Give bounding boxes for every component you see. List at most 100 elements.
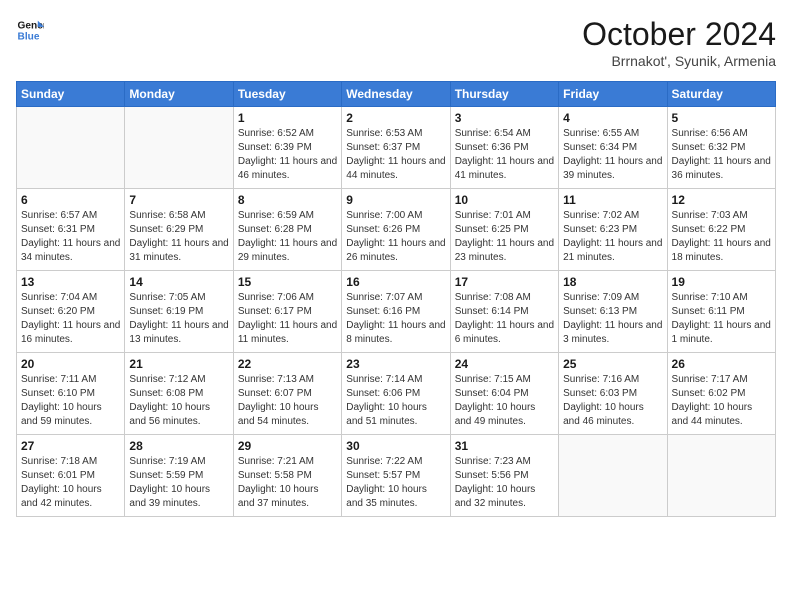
day-info: Sunrise: 6:56 AMSunset: 6:32 PMDaylight:… [672,127,771,183]
weekday-header-tuesday: Tuesday [233,82,341,107]
day-number: 3 [455,111,554,125]
calendar-cell: 6 Sunrise: 6:57 AMSunset: 6:31 PMDaylight… [17,189,125,271]
day-info: Sunrise: 7:16 AMSunset: 6:03 PMDaylight:… [563,373,662,429]
month-title: October 2024 [582,16,776,53]
day-number: 5 [672,111,771,125]
calendar-cell: 16 Sunrise: 7:07 AMSunset: 6:16 PMDayligh… [342,271,450,353]
weekday-header-friday: Friday [559,82,667,107]
calendar-cell: 13 Sunrise: 7:04 AMSunset: 6:20 PMDayligh… [17,271,125,353]
calendar-cell: 22 Sunrise: 7:13 AMSunset: 6:07 PMDayligh… [233,353,341,435]
day-info: Sunrise: 7:04 AMSunset: 6:20 PMDaylight:… [21,291,120,347]
calendar-cell: 31 Sunrise: 7:23 AMSunset: 5:56 PMDayligh… [450,435,558,517]
day-info: Sunrise: 7:18 AMSunset: 6:01 PMDaylight:… [21,455,120,511]
logo-icon: General Blue [16,16,44,44]
calendar-cell: 5 Sunrise: 6:56 AMSunset: 6:32 PMDaylight… [667,107,775,189]
day-number: 6 [21,193,120,207]
calendar-cell: 3Sunrise: 6:54 AMSunset: 6:36 PMDaylight… [450,107,558,189]
calendar-cell: 17 Sunrise: 7:08 AMSunset: 6:14 PMDayligh… [450,271,558,353]
day-info: Sunrise: 7:12 AMSunset: 6:08 PMDaylight:… [129,373,228,429]
day-number: 24 [455,357,554,371]
calendar-table: SundayMondayTuesdayWednesdayThursdayFrid… [16,81,776,517]
weekday-header-row: SundayMondayTuesdayWednesdayThursdayFrid… [17,82,776,107]
day-number: 19 [672,275,771,289]
calendar-cell: 19 Sunrise: 7:10 AMSunset: 6:11 PMDayligh… [667,271,775,353]
day-number: 10 [455,193,554,207]
day-number: 30 [346,439,445,453]
day-info: Sunrise: 7:00 AMSunset: 6:26 PMDaylight:… [346,209,445,265]
calendar-cell [559,435,667,517]
day-number: 7 [129,193,228,207]
day-info: Sunrise: 7:08 AMSunset: 6:14 PMDaylight:… [455,291,554,347]
day-info: Sunrise: 6:57 AMSunset: 6:31 PMDaylight:… [21,209,120,265]
day-number: 31 [455,439,554,453]
day-number: 14 [129,275,228,289]
day-number: 20 [21,357,120,371]
day-number: 27 [21,439,120,453]
day-info: Sunrise: 7:06 AMSunset: 6:17 PMDaylight:… [238,291,337,347]
calendar-cell: 18 Sunrise: 7:09 AMSunset: 6:13 PMDayligh… [559,271,667,353]
day-number: 13 [21,275,120,289]
day-number: 11 [563,193,662,207]
day-info: Sunrise: 7:15 AMSunset: 6:04 PMDaylight:… [455,373,554,429]
day-info: Sunrise: 7:10 AMSunset: 6:11 PMDaylight:… [672,291,771,347]
calendar-cell [17,107,125,189]
day-info: Sunrise: 7:11 AMSunset: 6:10 PMDaylight:… [21,373,120,429]
location: Brrnakot', Syunik, Armenia [582,53,776,69]
page-header: General Blue October 2024 Brrnakot', Syu… [16,16,776,69]
day-info: Sunrise: 7:03 AMSunset: 6:22 PMDaylight:… [672,209,771,265]
calendar-week-row: 6 Sunrise: 6:57 AMSunset: 6:31 PMDaylight… [17,189,776,271]
weekday-header-sunday: Sunday [17,82,125,107]
title-block: October 2024 Brrnakot', Syunik, Armenia [582,16,776,69]
calendar-cell: 12Sunrise: 7:03 AMSunset: 6:22 PMDayligh… [667,189,775,271]
calendar-cell: 14 Sunrise: 7:05 AMSunset: 6:19 PMDayligh… [125,271,233,353]
weekday-header-monday: Monday [125,82,233,107]
day-number: 2 [346,111,445,125]
day-number: 15 [238,275,337,289]
svg-text:Blue: Blue [18,31,40,42]
day-info: Sunrise: 7:13 AMSunset: 6:07 PMDaylight:… [238,373,337,429]
day-number: 21 [129,357,228,371]
calendar-week-row: 13 Sunrise: 7:04 AMSunset: 6:20 PMDayligh… [17,271,776,353]
weekday-header-thursday: Thursday [450,82,558,107]
day-info: Sunrise: 7:01 AMSunset: 6:25 PMDaylight:… [455,209,554,265]
day-info: Sunrise: 7:14 AMSunset: 6:06 PMDaylight:… [346,373,445,429]
calendar-week-row: 20 Sunrise: 7:11 AMSunset: 6:10 PMDayligh… [17,353,776,435]
day-info: Sunrise: 7:21 AMSunset: 5:58 PMDaylight:… [238,455,337,511]
day-number: 26 [672,357,771,371]
day-number: 29 [238,439,337,453]
calendar-cell: 26 Sunrise: 7:17 AMSunset: 6:02 PMDayligh… [667,353,775,435]
day-number: 9 [346,193,445,207]
day-info: Sunrise: 7:17 AMSunset: 6:02 PMDaylight:… [672,373,771,429]
calendar-week-row: 1Sunrise: 6:52 AMSunset: 6:39 PMDaylight… [17,107,776,189]
weekday-header-wednesday: Wednesday [342,82,450,107]
calendar-cell: 21 Sunrise: 7:12 AMSunset: 6:08 PMDayligh… [125,353,233,435]
calendar-cell: 25Sunrise: 7:16 AMSunset: 6:03 PMDayligh… [559,353,667,435]
calendar-cell: 27 Sunrise: 7:18 AMSunset: 6:01 PMDayligh… [17,435,125,517]
day-number: 22 [238,357,337,371]
day-info: Sunrise: 7:02 AMSunset: 6:23 PMDaylight:… [563,209,662,265]
calendar-cell: 23 Sunrise: 7:14 AMSunset: 6:06 PMDayligh… [342,353,450,435]
calendar-cell: 9 Sunrise: 7:00 AMSunset: 6:26 PMDaylight… [342,189,450,271]
calendar-cell: 24 Sunrise: 7:15 AMSunset: 6:04 PMDayligh… [450,353,558,435]
day-number: 8 [238,193,337,207]
day-number: 28 [129,439,228,453]
day-number: 16 [346,275,445,289]
calendar-cell: 4Sunrise: 6:55 AMSunset: 6:34 PMDaylight… [559,107,667,189]
day-number: 23 [346,357,445,371]
day-number: 18 [563,275,662,289]
logo: General Blue [16,16,44,44]
calendar-week-row: 27 Sunrise: 7:18 AMSunset: 6:01 PMDayligh… [17,435,776,517]
day-info: Sunrise: 7:19 AMSunset: 5:59 PMDaylight:… [129,455,228,511]
calendar-cell: 10 Sunrise: 7:01 AMSunset: 6:25 PMDayligh… [450,189,558,271]
day-info: Sunrise: 7:07 AMSunset: 6:16 PMDaylight:… [346,291,445,347]
calendar-cell: 30Sunrise: 7:22 AMSunset: 5:57 PMDayligh… [342,435,450,517]
day-info: Sunrise: 7:23 AMSunset: 5:56 PMDaylight:… [455,455,554,511]
day-info: Sunrise: 6:52 AMSunset: 6:39 PMDaylight:… [238,127,337,183]
day-info: Sunrise: 7:05 AMSunset: 6:19 PMDaylight:… [129,291,228,347]
day-info: Sunrise: 6:55 AMSunset: 6:34 PMDaylight:… [563,127,662,183]
weekday-header-saturday: Saturday [667,82,775,107]
day-number: 17 [455,275,554,289]
calendar-cell: 28 Sunrise: 7:19 AMSunset: 5:59 PMDayligh… [125,435,233,517]
calendar-cell: 1Sunrise: 6:52 AMSunset: 6:39 PMDaylight… [233,107,341,189]
day-info: Sunrise: 7:09 AMSunset: 6:13 PMDaylight:… [563,291,662,347]
